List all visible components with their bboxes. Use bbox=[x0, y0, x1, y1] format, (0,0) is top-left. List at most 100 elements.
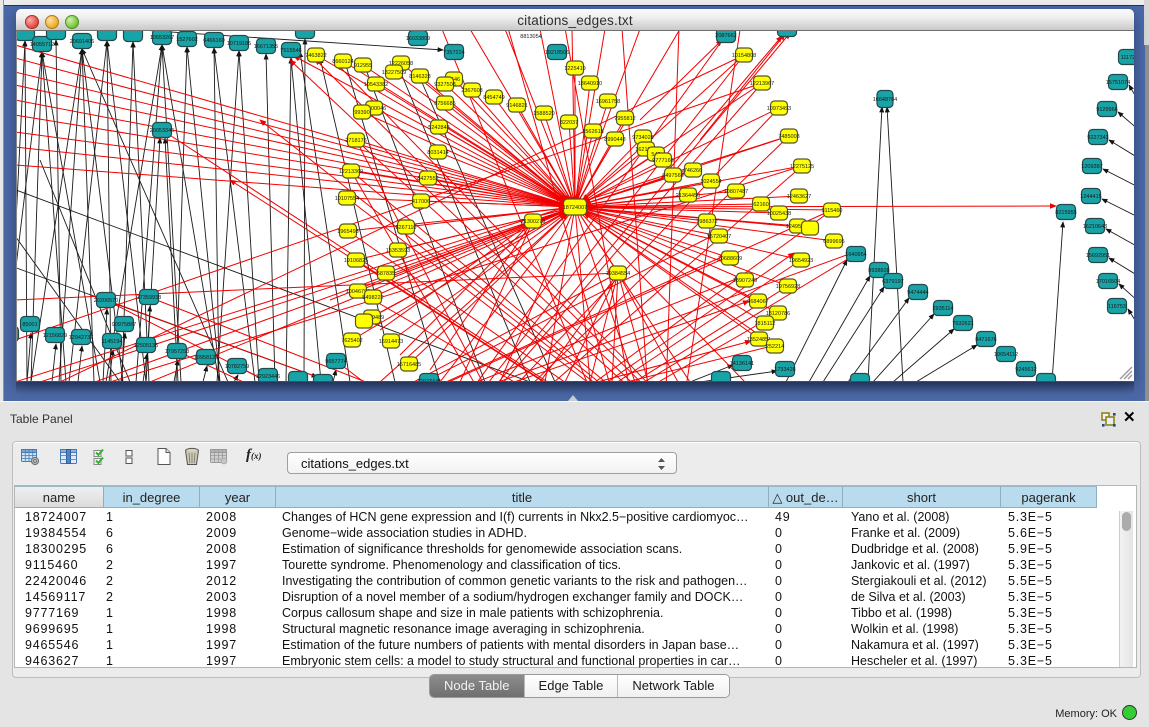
svg-text:19106825: 19106825 bbox=[344, 258, 368, 264]
svg-text:10688609: 10688609 bbox=[718, 256, 742, 262]
svg-text:2087662: 2087662 bbox=[715, 33, 736, 39]
svg-text:1209387: 1209387 bbox=[1081, 164, 1102, 170]
svg-text:10654112: 10654112 bbox=[994, 352, 1018, 358]
svg-text:15751074: 15751074 bbox=[1106, 80, 1130, 86]
svg-text:99390: 99390 bbox=[354, 110, 369, 116]
svg-text:8471676: 8471676 bbox=[975, 337, 996, 343]
svg-text:8427552: 8427552 bbox=[417, 176, 438, 182]
svg-text:14055712: 14055712 bbox=[30, 42, 54, 48]
svg-text:19756928: 19756928 bbox=[776, 284, 800, 290]
svg-text:10782759: 10782759 bbox=[225, 364, 249, 370]
svg-text:10958127: 10958127 bbox=[194, 355, 218, 361]
svg-text:12505135: 12505135 bbox=[134, 343, 158, 349]
svg-text:2367608: 2367608 bbox=[461, 88, 482, 94]
svg-text:17359938: 17359938 bbox=[137, 295, 161, 301]
svg-text:9245612: 9245612 bbox=[1015, 367, 1036, 373]
svg-text:8660124: 8660124 bbox=[332, 59, 353, 65]
svg-text:8454749: 8454749 bbox=[483, 95, 504, 101]
svg-text:912955: 912955 bbox=[354, 63, 372, 69]
svg-text:10807487: 10807487 bbox=[724, 189, 748, 195]
svg-text:12942737: 12942737 bbox=[69, 335, 93, 341]
svg-text:1145194: 1145194 bbox=[101, 339, 122, 345]
svg-text:9129966: 9129966 bbox=[1096, 107, 1117, 113]
svg-text:1527602: 1527602 bbox=[176, 37, 197, 43]
svg-text:16210643: 16210643 bbox=[1083, 224, 1107, 230]
svg-text:822037: 822037 bbox=[560, 120, 578, 126]
svg-text:9327508: 9327508 bbox=[434, 82, 455, 88]
svg-text:7632621: 7632621 bbox=[952, 321, 973, 327]
svg-text:16914473: 16914473 bbox=[379, 339, 403, 345]
svg-text:8031414: 8031414 bbox=[427, 150, 448, 156]
svg-text:18640910: 18640910 bbox=[578, 81, 602, 87]
svg-text:16648784: 16648784 bbox=[873, 97, 897, 103]
svg-text:9657774: 9657774 bbox=[325, 359, 346, 365]
svg-text:1562615: 1562615 bbox=[582, 129, 603, 135]
svg-text:19654923: 19654923 bbox=[789, 258, 813, 264]
svg-text:12923445: 12923445 bbox=[417, 379, 441, 381]
svg-text:9777169: 9777169 bbox=[652, 158, 673, 164]
svg-text:10973493: 10973493 bbox=[767, 106, 791, 112]
svg-text:1733426: 1733426 bbox=[774, 367, 795, 373]
svg-text:6379197: 6379197 bbox=[882, 279, 903, 285]
svg-text:18907249: 18907249 bbox=[733, 278, 757, 284]
svg-text:19218506: 19218506 bbox=[545, 50, 569, 56]
svg-text:10154808: 10154808 bbox=[732, 53, 756, 59]
svg-text:9146821: 9146821 bbox=[506, 103, 527, 109]
svg-text:8813054: 8813054 bbox=[520, 34, 541, 40]
svg-text:746266: 746266 bbox=[684, 168, 702, 174]
svg-text:15720407: 15720407 bbox=[707, 234, 731, 240]
svg-text:9227343: 9227343 bbox=[1087, 135, 1108, 141]
svg-text:9734028: 9734028 bbox=[632, 135, 653, 141]
svg-text:1244415: 1244415 bbox=[1080, 194, 1101, 200]
svg-text:7955812: 7955812 bbox=[614, 116, 635, 122]
svg-text:2718176: 2718176 bbox=[345, 138, 366, 144]
svg-text:16671355: 16671355 bbox=[254, 44, 278, 50]
svg-text:19384554: 19384554 bbox=[606, 271, 630, 277]
svg-text:12213967: 12213967 bbox=[750, 81, 774, 87]
svg-text:85001: 85001 bbox=[22, 322, 37, 328]
svg-text:16033809: 16033809 bbox=[406, 36, 430, 42]
svg-text:12213369: 12213369 bbox=[339, 169, 363, 175]
svg-text:15716485: 15716485 bbox=[397, 362, 421, 368]
svg-text:62160: 62160 bbox=[753, 202, 768, 208]
svg-text:9115460: 9115460 bbox=[821, 208, 842, 214]
svg-text:7515546: 7515546 bbox=[280, 48, 301, 54]
svg-text:6497568: 6497568 bbox=[662, 173, 683, 179]
svg-text:8990448: 8990448 bbox=[604, 137, 625, 143]
svg-text:21300273: 21300273 bbox=[521, 219, 545, 225]
svg-text:11172: 11172 bbox=[1121, 55, 1134, 61]
svg-text:1815112: 1815112 bbox=[754, 321, 775, 327]
svg-text:9474444: 9474444 bbox=[907, 290, 928, 296]
svg-text:7986372: 7986372 bbox=[696, 219, 717, 225]
svg-text:12156829: 12156829 bbox=[43, 333, 67, 339]
svg-text:15353593: 15353593 bbox=[386, 248, 410, 254]
svg-text:6899695: 6899695 bbox=[823, 239, 844, 245]
svg-text:18724007: 18724007 bbox=[563, 205, 587, 211]
svg-text:12463627: 12463627 bbox=[787, 194, 811, 200]
svg-text:1965493: 1965493 bbox=[337, 229, 358, 235]
svg-text:587835: 587835 bbox=[377, 271, 395, 277]
svg-text:2935114: 2935114 bbox=[932, 306, 953, 312]
svg-text:17016504: 17016504 bbox=[1096, 279, 1120, 285]
svg-text:15692951: 15692951 bbox=[1086, 253, 1110, 259]
svg-text:7357224: 7357224 bbox=[443, 50, 464, 56]
svg-text:20206570: 20206570 bbox=[94, 298, 118, 304]
svg-text:13227509: 13227509 bbox=[382, 70, 406, 76]
svg-text:1225419: 1225419 bbox=[564, 66, 585, 72]
svg-text:12275125: 12275125 bbox=[790, 164, 814, 170]
svg-text:21364456: 21364456 bbox=[676, 193, 700, 199]
svg-text:252214: 252214 bbox=[766, 344, 784, 350]
svg-text:90975887: 90975887 bbox=[112, 322, 136, 328]
svg-text:16961758: 16961758 bbox=[596, 99, 620, 105]
svg-text:1588520: 1588520 bbox=[533, 111, 554, 117]
svg-text:10543382: 10543382 bbox=[364, 82, 388, 88]
svg-text:3267110: 3267110 bbox=[395, 225, 416, 231]
svg-text:7625402: 7625402 bbox=[341, 338, 362, 344]
svg-text:9684067: 9684067 bbox=[747, 299, 768, 305]
svg-text:1640954: 1640954 bbox=[845, 252, 866, 258]
svg-text:20691406: 20691406 bbox=[70, 39, 94, 45]
svg-text:12923446: 12923446 bbox=[256, 374, 280, 380]
svg-text:10025438: 10025438 bbox=[767, 211, 791, 217]
svg-text:14136141: 14136141 bbox=[730, 361, 754, 367]
svg-text:17957253: 17957253 bbox=[165, 349, 189, 355]
